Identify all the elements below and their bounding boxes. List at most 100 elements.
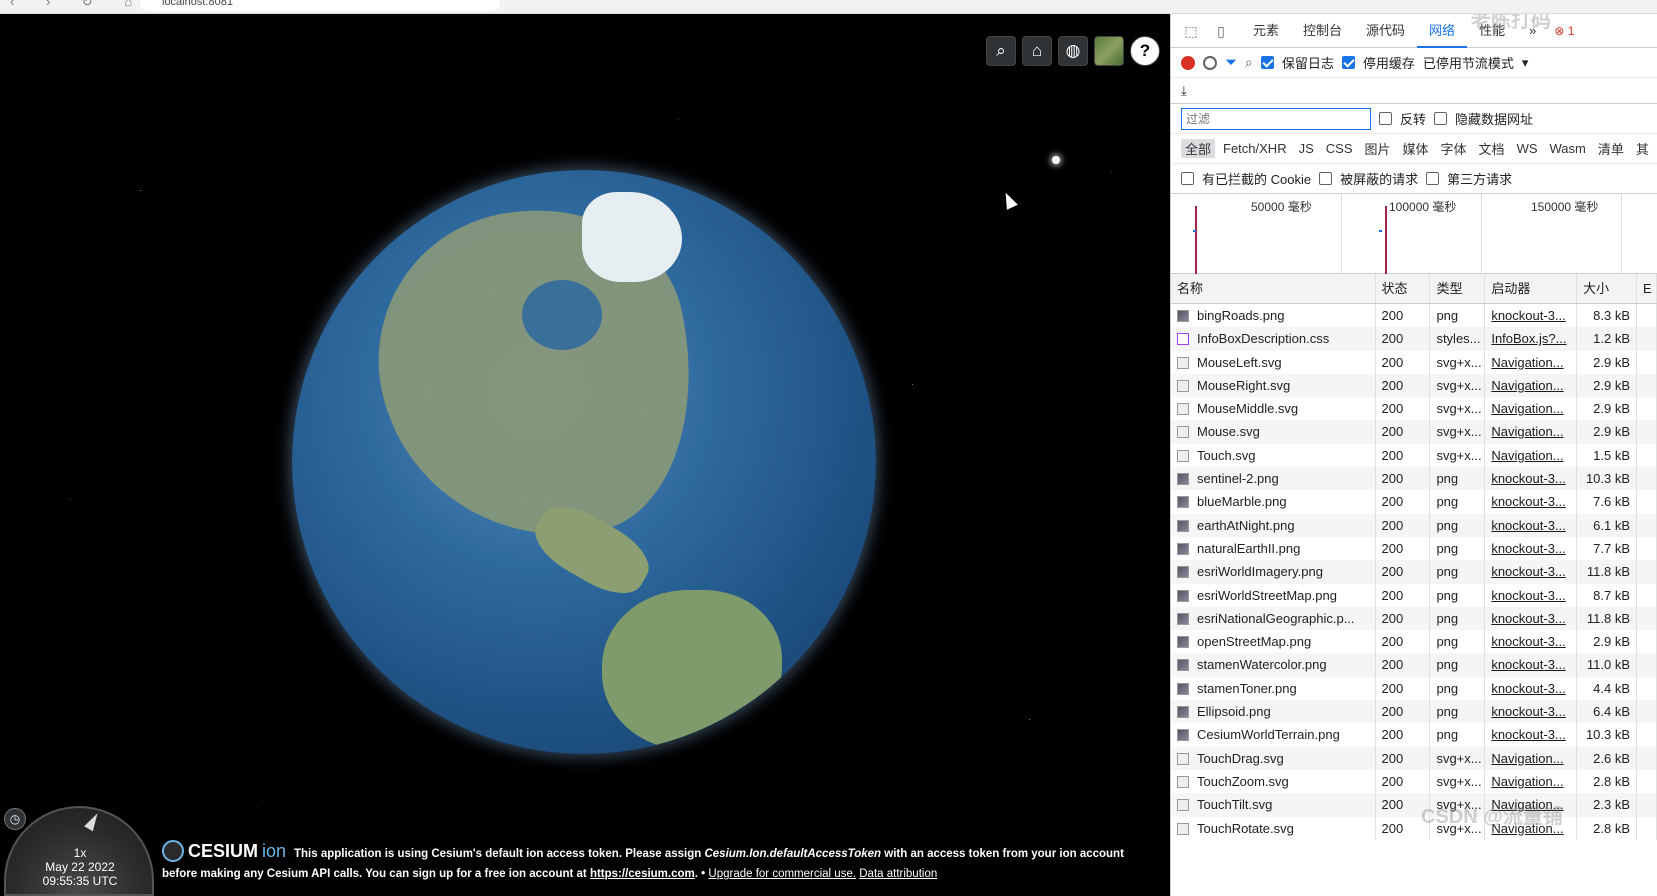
type-css[interactable]: CSS: [1322, 141, 1357, 156]
request-name[interactable]: blueMarble.png: [1171, 490, 1376, 514]
browser-nav-icons[interactable]: ‹ › ↻ ⌂: [10, 0, 146, 10]
table-row[interactable]: Mouse.svg 200 svg+x... Navigation... 2.9 kB: [1171, 420, 1657, 444]
initiator-link[interactable]: knockout-3...: [1491, 308, 1565, 323]
request-initiator[interactable]: Navigation...: [1485, 443, 1578, 468]
table-row[interactable]: esriNationalGeographic.p... 200 png knockou…: [1171, 606, 1657, 631]
request-name[interactable]: esriWorldStreetMap.png: [1171, 583, 1376, 607]
upgrade-link[interactable]: Upgrade for commercial use.: [708, 868, 856, 880]
table-row[interactable]: esriWorldImagery.png 200 png knockout-3... 1…: [1171, 560, 1657, 584]
request-initiator[interactable]: knockout-3...: [1485, 653, 1578, 677]
type-fetch-xhr[interactable]: Fetch/XHR: [1219, 141, 1291, 156]
table-row[interactable]: earthAtNight.png 200 png knockout-3... 6.1 k…: [1171, 513, 1657, 537]
clear-icon[interactable]: [1203, 55, 1217, 70]
request-initiator[interactable]: knockout-3...: [1485, 490, 1578, 514]
type-img[interactable]: 图片: [1361, 139, 1395, 158]
initiator-link[interactable]: knockout-3...: [1491, 541, 1565, 556]
request-initiator[interactable]: knockout-3...: [1485, 723, 1578, 747]
initiator-link[interactable]: knockout-3...: [1491, 564, 1565, 579]
table-row[interactable]: TouchDrag.svg 200 svg+x... Navigation... 2.6…: [1171, 746, 1657, 770]
table-row[interactable]: stamenWatercolor.png 200 png knockout-3... 1…: [1171, 653, 1657, 677]
request-initiator[interactable]: Navigation...: [1485, 746, 1578, 770]
tab-network[interactable]: 网络: [1417, 14, 1468, 48]
request-initiator[interactable]: knockout-3...: [1485, 536, 1578, 561]
request-initiator[interactable]: Navigation...: [1485, 373, 1578, 398]
type-other[interactable]: 其: [1632, 139, 1653, 158]
help-button[interactable]: ?: [1130, 36, 1160, 66]
filter-input[interactable]: [1181, 107, 1371, 130]
type-media[interactable]: 媒体: [1399, 139, 1433, 158]
third-party-checkbox[interactable]: [1426, 172, 1440, 185]
table-row[interactable]: Touch.svg 200 svg+x... Navigation... 1.5 kB: [1171, 443, 1657, 468]
disable-cache-checkbox[interactable]: [1341, 56, 1355, 69]
type-all[interactable]: 全部: [1181, 139, 1216, 158]
base-layer-picker-button[interactable]: [1094, 36, 1124, 66]
table-row[interactable]: MouseMiddle.svg 200 svg+x... Navigation... 2…: [1171, 397, 1657, 421]
request-name[interactable]: TouchZoom.svg: [1171, 769, 1376, 794]
initiator-link[interactable]: Navigation...: [1491, 774, 1563, 789]
table-row[interactable]: InfoBoxDescription.css 200 styles... InfoBo…: [1171, 327, 1657, 351]
initiator-link[interactable]: knockout-3...: [1491, 471, 1565, 486]
scene-mode-button[interactable]: ◍: [1058, 36, 1088, 66]
header-status[interactable]: 状态: [1376, 274, 1431, 303]
request-initiator[interactable]: knockout-3...: [1485, 304, 1578, 328]
download-icon[interactable]: ⤓: [1181, 83, 1187, 99]
initiator-link[interactable]: knockout-3...: [1491, 634, 1565, 649]
hide-data-urls-checkbox[interactable]: [1434, 112, 1448, 125]
table-row[interactable]: CesiumWorldTerrain.png 200 png knockout-3..…: [1171, 723, 1657, 747]
request-name[interactable]: TouchTilt.svg: [1171, 793, 1376, 817]
device-toolbar-icon[interactable]: ▯: [1211, 21, 1231, 41]
request-name[interactable]: bingRoads.png: [1171, 304, 1376, 328]
header-more[interactable]: E: [1637, 274, 1657, 303]
request-name[interactable]: TouchDrag.svg: [1171, 746, 1376, 770]
request-name[interactable]: MouseRight.svg: [1171, 373, 1376, 398]
request-name[interactable]: InfoBoxDescription.css: [1171, 327, 1376, 351]
request-name[interactable]: stamenToner.png: [1171, 676, 1376, 701]
table-row[interactable]: MouseLeft.svg 200 svg+x... Navigation... 2.9…: [1171, 350, 1657, 374]
request-name[interactable]: Mouse.svg: [1171, 420, 1376, 444]
cesium-link[interactable]: https://cesium.com: [590, 868, 695, 880]
request-initiator[interactable]: Navigation...: [1485, 350, 1578, 374]
blocked-cookies-checkbox[interactable]: [1181, 172, 1194, 185]
request-initiator[interactable]: knockout-3...: [1485, 700, 1578, 724]
request-initiator[interactable]: knockout-3...: [1485, 583, 1578, 607]
blocked-requests-checkbox[interactable]: [1319, 172, 1333, 185]
header-size[interactable]: 大小: [1577, 274, 1638, 303]
request-name[interactable]: CesiumWorldTerrain.png: [1171, 723, 1376, 747]
initiator-link[interactable]: knockout-3...: [1491, 727, 1565, 742]
table-row[interactable]: bingRoads.png 200 png knockout-3... 8.3 kB: [1171, 304, 1657, 328]
initiator-link[interactable]: knockout-3...: [1491, 657, 1565, 672]
record-icon[interactable]: [1181, 55, 1195, 70]
request-name[interactable]: esriWorldImagery.png: [1171, 560, 1376, 584]
preserve-log-checkbox[interactable]: [1260, 56, 1274, 69]
chevron-down-icon[interactable]: ▾: [1522, 55, 1529, 71]
network-overview-timeline[interactable]: 50000 毫秒 100000 毫秒 150000 毫秒: [1171, 194, 1657, 274]
header-initiator[interactable]: 启动器: [1485, 274, 1578, 303]
initiator-link[interactable]: knockout-3...: [1491, 494, 1565, 509]
request-name[interactable]: Ellipsoid.png: [1171, 700, 1376, 724]
initiator-link[interactable]: Navigation...: [1491, 355, 1563, 370]
table-row[interactable]: openStreetMap.png 200 png knockout-3... 2.9 …: [1171, 630, 1657, 654]
type-font[interactable]: 字体: [1437, 139, 1471, 158]
request-initiator[interactable]: knockout-3...: [1485, 676, 1578, 701]
header-type[interactable]: 类型: [1430, 274, 1486, 303]
filter-icon[interactable]: ⏷: [1225, 54, 1237, 71]
tab-sources[interactable]: 源代码: [1354, 14, 1417, 48]
table-row[interactable]: esriWorldStreetMap.png 200 png knockout-3..…: [1171, 583, 1657, 607]
search-icon[interactable]: ⌕: [1245, 54, 1253, 71]
table-row[interactable]: naturalEarthII.png 200 png knockout-3... 7.7…: [1171, 536, 1657, 561]
home-button[interactable]: ⌂: [1022, 36, 1052, 66]
table-row[interactable]: Ellipsoid.png 200 png knockout-3... 6.4 kB: [1171, 700, 1657, 724]
data-attribution-link[interactable]: Data attribution: [859, 868, 937, 880]
table-row[interactable]: stamenToner.png 200 png knockout-3... 4.4 kB: [1171, 676, 1657, 701]
request-initiator[interactable]: InfoBox.js?...: [1485, 327, 1578, 351]
clock-icon[interactable]: ◷: [4, 808, 26, 830]
request-name[interactable]: Touch.svg: [1171, 443, 1376, 468]
initiator-link[interactable]: knockout-3...: [1491, 611, 1565, 626]
request-name[interactable]: sentinel-2.png: [1171, 467, 1376, 491]
initiator-link[interactable]: Navigation...: [1491, 401, 1563, 416]
table-row[interactable]: blueMarble.png 200 png knockout-3... 7.6 kB: [1171, 490, 1657, 514]
type-doc[interactable]: 文档: [1475, 139, 1509, 158]
cesium-ion-logo[interactable]: CESIUM ion: [162, 840, 286, 862]
globe[interactable]: [292, 170, 876, 754]
initiator-link[interactable]: Navigation...: [1491, 448, 1563, 463]
